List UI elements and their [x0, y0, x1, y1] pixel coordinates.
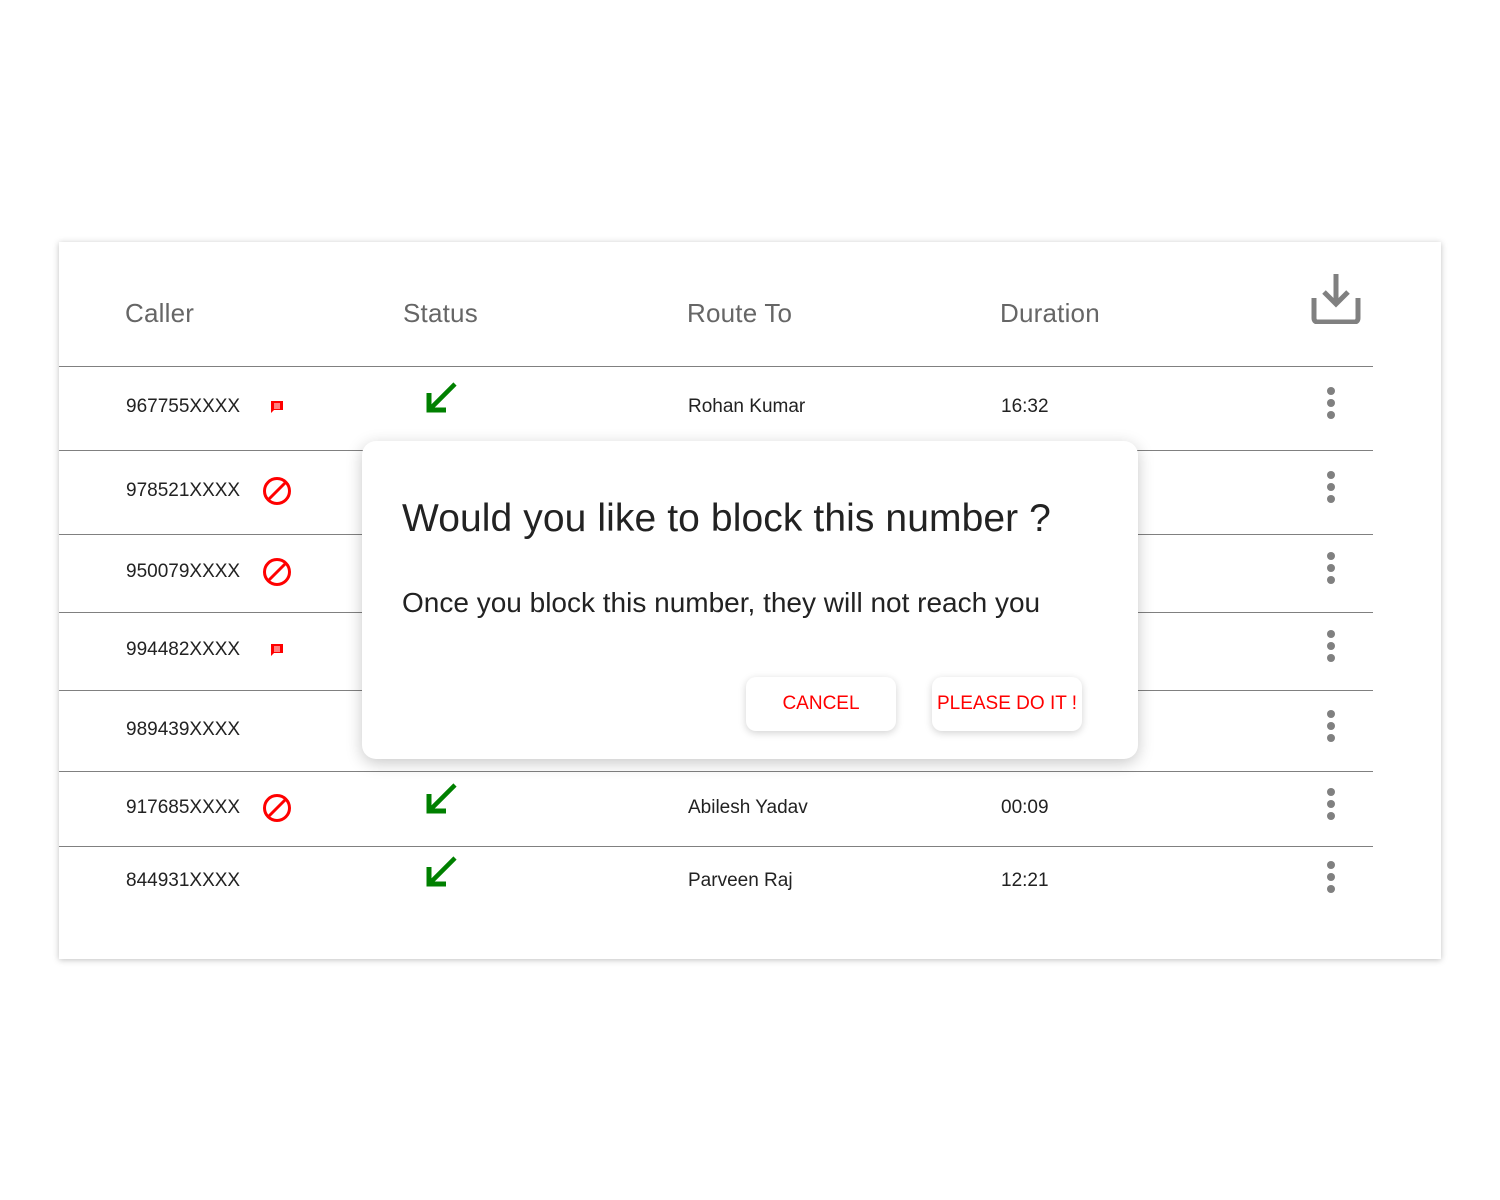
blocked-icon [262, 793, 292, 828]
column-header-status[interactable]: Status [403, 298, 478, 329]
confirm-block-button[interactable]: PLEASE DO IT ! [932, 677, 1082, 731]
call-duration: 12:21 [1001, 870, 1049, 891]
caller-number: 844931XXXX [126, 870, 241, 891]
caller-number: 994482XXXX [126, 639, 241, 660]
dialog-title: Would you like to block this number ? [402, 497, 1051, 540]
table-header: Caller Status Route To Duration [59, 242, 1373, 367]
caller-number: 950079XXXX [126, 561, 241, 582]
column-header-caller[interactable]: Caller [125, 298, 194, 329]
row-more-options-button[interactable] [1321, 387, 1341, 423]
message-icon [269, 642, 285, 663]
column-header-route-to[interactable]: Route To [687, 298, 792, 329]
incoming-call-arrow-icon [423, 855, 459, 896]
table-row[interactable]: 967755XXXX Rohan Kumar 16:32 [59, 366, 1373, 451]
call-duration: 00:09 [1001, 796, 1049, 818]
incoming-call-arrow-icon [423, 381, 459, 422]
caller-number: 989439XXXX [126, 718, 241, 740]
cancel-button[interactable]: CANCEL [746, 677, 896, 731]
route-to-name: Rohan Kumar [688, 396, 806, 417]
block-number-dialog: Would you like to block this number ? On… [362, 441, 1138, 759]
column-header-duration[interactable]: Duration [1000, 298, 1100, 329]
caller-number: 978521XXXX [126, 480, 241, 501]
row-more-options-button[interactable] [1321, 471, 1341, 507]
blocked-icon [262, 557, 292, 592]
row-more-options-button[interactable] [1321, 630, 1341, 666]
download-icon [1311, 274, 1361, 325]
row-more-options-button[interactable] [1321, 861, 1341, 897]
row-more-options-button[interactable] [1321, 709, 1341, 746]
row-more-options-button[interactable] [1321, 552, 1341, 588]
route-to-name: Abilesh Yadav [688, 796, 808, 818]
download-button[interactable] [1310, 272, 1362, 325]
caller-number: 967755XXXX [126, 396, 241, 417]
message-icon [269, 399, 285, 420]
incoming-call-arrow-icon [423, 782, 459, 823]
table-row[interactable]: 844931XXXX Parveen Raj 12:21 [59, 846, 1373, 959]
dialog-message: Once you block this number, they will no… [402, 587, 1041, 618]
row-more-options-button[interactable] [1321, 787, 1341, 824]
caller-number: 917685XXXX [126, 796, 241, 818]
call-duration: 16:32 [1001, 396, 1049, 417]
table-row[interactable]: 917685XXXX Abilesh Yadav 00:09 [59, 771, 1373, 847]
route-to-name: Parveen Raj [688, 870, 793, 891]
blocked-icon [262, 476, 292, 511]
